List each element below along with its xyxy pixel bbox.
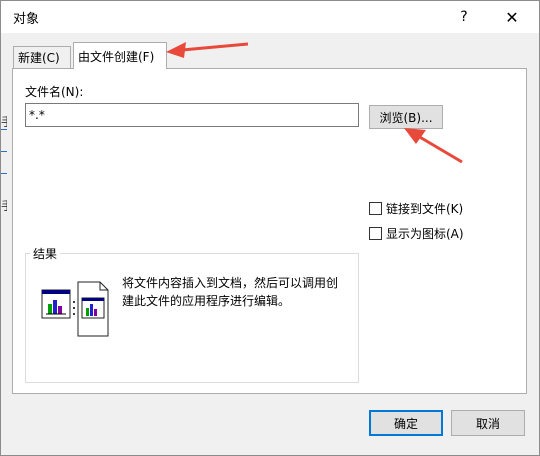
title-bar: 对象 ? ✕ — [1, 1, 539, 33]
link-to-file-label: 链接到文件(K) — [386, 202, 464, 216]
filename-label: 文件名(N): — [25, 85, 84, 99]
checkbox-box[interactable] — [369, 202, 382, 215]
background-link-underline — [1, 151, 7, 152]
link-to-file-checkbox[interactable]: 链接到文件(K) — [369, 200, 463, 217]
close-icon[interactable]: ✕ — [489, 1, 535, 33]
help-icon[interactable]: ? — [441, 1, 487, 33]
document-insert-icon — [41, 281, 109, 337]
result-description: 将文件内容插入到文档，然后可以调用创建此文件的应用程序进行编辑。 — [122, 276, 339, 308]
background-link-underline — [1, 173, 7, 174]
ok-button[interactable]: 确定 — [369, 410, 443, 436]
background-text-fragment: 手 — [1, 113, 7, 130]
result-legend: 结果 — [30, 245, 61, 262]
dialog-title: 对象 — [13, 12, 40, 27]
checkbox-box[interactable] — [369, 227, 382, 240]
result-group: 结果 将文件内容插入到文档，然后可以调用创建此文件的应用程序进行编辑。 — [25, 245, 359, 383]
object-dialog: 对象 ? ✕ 手 手 新建(C) 由文件创建(F) 文件名(N): 浏览(B).… — [0, 0, 540, 456]
filename-input[interactable] — [25, 103, 359, 127]
cancel-button[interactable]: 取消 — [451, 410, 525, 436]
background-link-underline — [1, 129, 7, 130]
browse-button[interactable]: 浏览(B)... — [369, 105, 443, 129]
tab-new[interactable]: 新建(C) — [13, 46, 71, 68]
display-as-icon-checkbox[interactable]: 显示为图标(A) — [369, 225, 464, 242]
create-from-file-panel: 文件名(N): 浏览(B)... 链接到文件(K) 显示为图标(A) 结果 — [12, 68, 527, 394]
display-as-icon-label: 显示为图标(A) — [386, 227, 464, 241]
background-text-fragment: 手 — [1, 197, 7, 214]
tab-create-from-file[interactable]: 由文件创建(F) — [73, 42, 167, 69]
